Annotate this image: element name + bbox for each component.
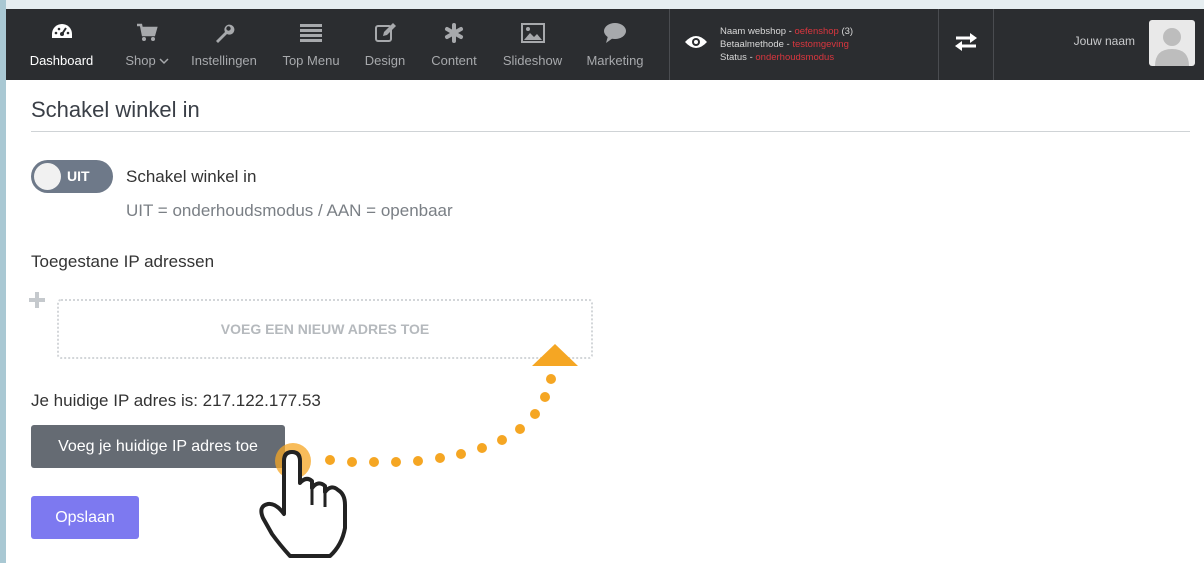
add-current-ip-button[interactable]: Voeg je huidige IP adres toe (31, 425, 285, 468)
toggle-state-label: UIT (67, 168, 90, 184)
chevron-down-icon (159, 58, 169, 65)
plus-icon[interactable] (28, 291, 46, 309)
image-icon (520, 21, 545, 45)
title-divider (31, 131, 1190, 132)
shop-name-count: (3) (838, 26, 854, 37)
toggle-description: UIT = onderhoudsmodus / AAN = openbaar (126, 201, 453, 220)
shop-status-block[interactable]: Naam webshop - oefenshop (3) Betaalmetho… (670, 9, 938, 80)
nav-item-instellingen[interactable]: Instellingen (182, 9, 266, 80)
left-edge-strip (0, 0, 6, 563)
avatar[interactable] (1149, 20, 1195, 66)
shop-name-value: oefenshop (794, 26, 839, 37)
nav-item-label: Instellingen (191, 53, 257, 68)
nav-item-slideshow[interactable]: Slideshow (494, 9, 571, 80)
tutorial-annotation (259, 344, 578, 558)
allowed-ip-heading: Toegestane IP adressen (31, 252, 215, 271)
nav-item-dashboard[interactable]: Dashboard (6, 9, 117, 80)
swap-arrows-icon (954, 32, 978, 57)
edit-icon (374, 21, 396, 45)
status-label: Status - (720, 52, 756, 63)
status-value: onderhoudsmodus (755, 52, 835, 63)
page-title: Schakel winkel in (31, 97, 200, 122)
nav-item-label: Shop (125, 53, 156, 68)
top-navigation: Dashboard Shop Instellingen Top Menu Des… (6, 9, 1204, 80)
nav-item-label: Slideshow (502, 53, 563, 68)
toggle-knob (34, 163, 61, 190)
toggle-title: Schakel winkel in (126, 167, 257, 186)
wrench-icon (213, 21, 235, 45)
top-edge-strip (6, 0, 1204, 9)
nav-item-label: Marketing (586, 53, 644, 68)
nav-item-top-menu[interactable]: Top Menu (266, 9, 356, 80)
dashboard-icon (50, 21, 74, 45)
payment-value: testomgeving (792, 39, 849, 50)
user-name: Jouw naam (1073, 34, 1135, 48)
chat-icon (603, 21, 627, 45)
asterisk-icon (444, 21, 464, 45)
menu-list-icon (300, 21, 322, 45)
shop-name-line: Naam webshop - oefenshop (3) (720, 25, 853, 38)
nav-item-label: Design (364, 53, 406, 68)
cart-icon (136, 21, 158, 45)
user-silhouette-icon (1155, 28, 1189, 66)
status-line: Status - onderhoudsmodus (720, 51, 853, 64)
payment-line: Betaalmethode - testomgeving (720, 38, 853, 51)
current-ip-text: Je huidige IP adres is: 217.122.177.53 (31, 391, 321, 410)
dotted-arrow-path (325, 374, 556, 467)
add-new-address-box[interactable]: VOEG EEN NIEUW ADRES TOE (57, 299, 593, 359)
nav-item-design[interactable]: Design (356, 9, 414, 80)
payment-label: Betaalmethode - (720, 39, 793, 50)
shop-toggle[interactable]: UIT (31, 160, 113, 193)
nav-item-marketing[interactable]: Marketing (571, 9, 659, 80)
nav-item-shop[interactable]: Shop (117, 9, 177, 80)
switch-shop-button[interactable] (938, 9, 994, 80)
nav-item-label: Content (431, 53, 477, 68)
shop-name-label: Naam webshop - (720, 26, 795, 37)
nav-item-label: Dashboard (29, 53, 94, 68)
shop-status-lines: Naam webshop - oefenshop (3) Betaalmetho… (720, 25, 853, 64)
save-button[interactable]: Opslaan (31, 496, 139, 539)
nav-item-label: Top Menu (282, 53, 340, 68)
nav-item-content[interactable]: Content (414, 9, 494, 80)
eye-icon (684, 34, 708, 55)
user-menu[interactable]: Jouw naam (994, 9, 1204, 80)
